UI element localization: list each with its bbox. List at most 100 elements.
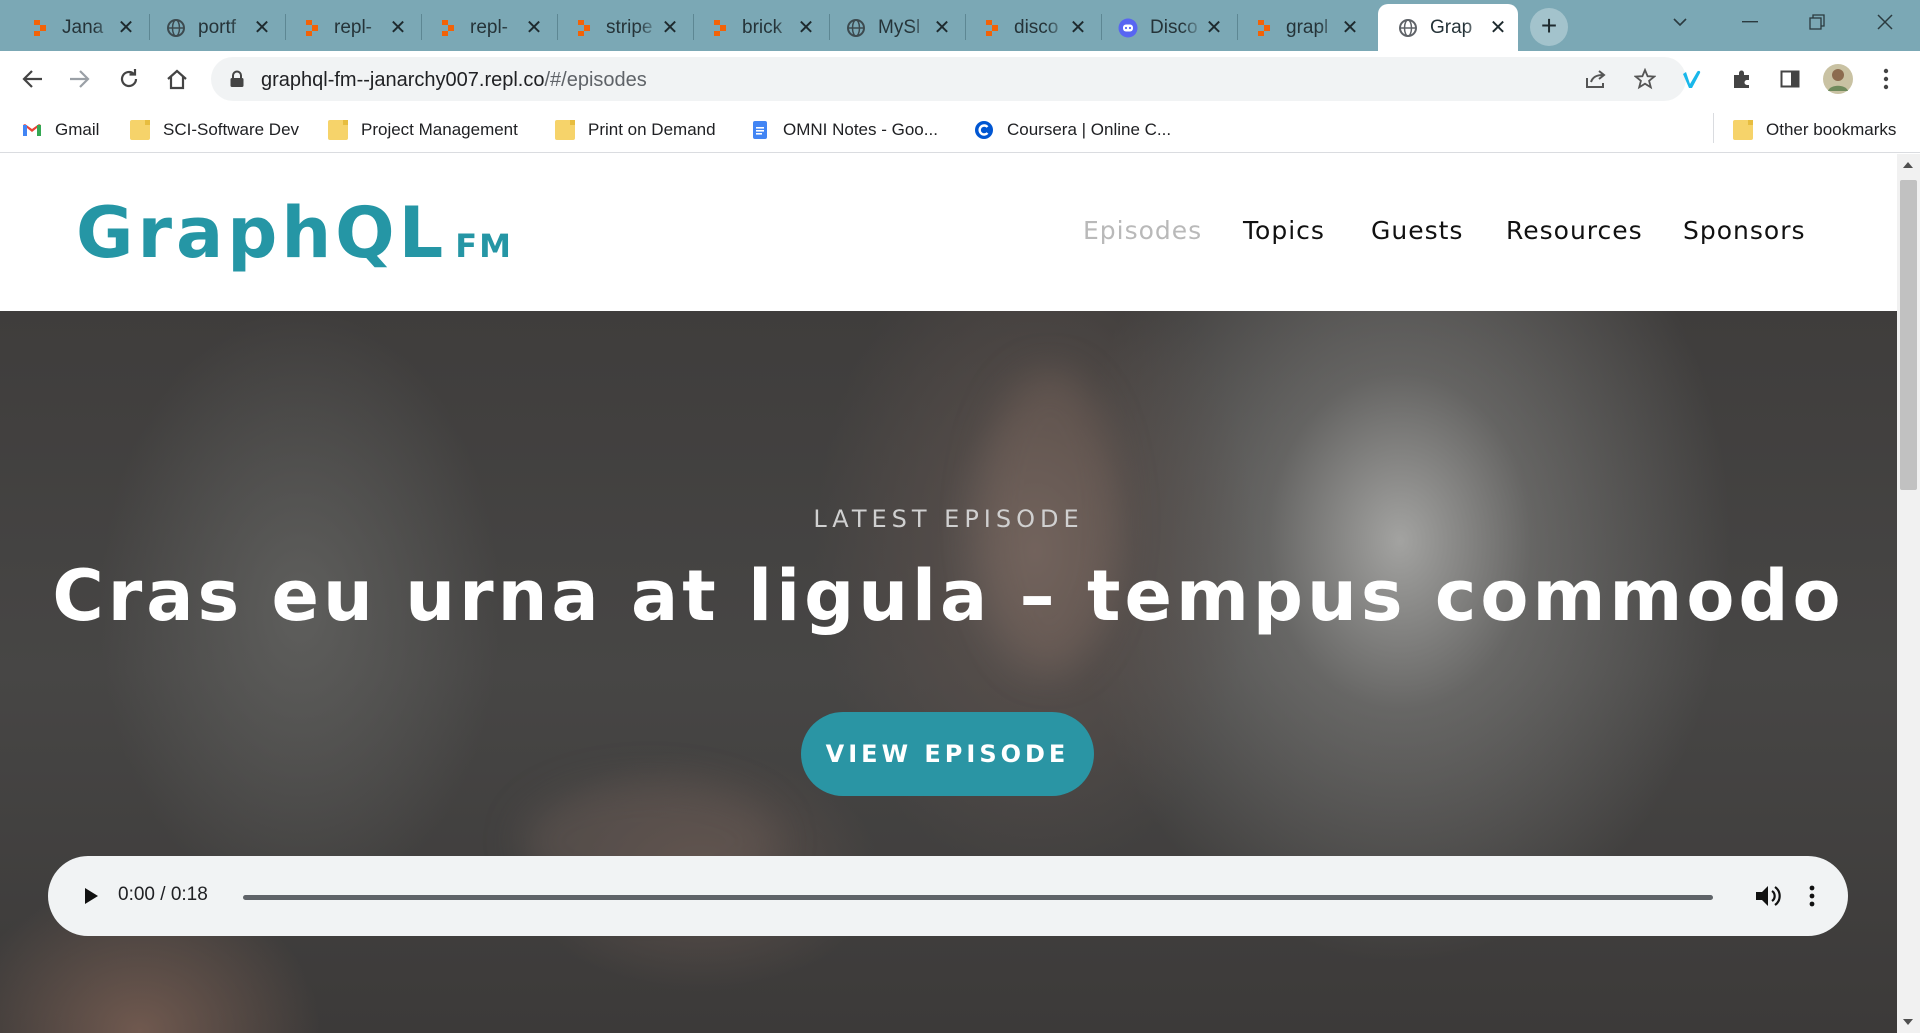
new-tab-button[interactable]: + <box>1530 8 1568 46</box>
bookmark-label: Print on Demand <box>588 120 716 139</box>
scrollbar-thumb[interactable] <box>1900 180 1917 490</box>
tab-search-icon[interactable] <box>1650 0 1710 42</box>
close-tab-icon[interactable]: ✕ <box>524 18 544 38</box>
folder-icon <box>328 120 348 140</box>
bookmark-other[interactable]: Other bookmarks <box>1733 118 1896 142</box>
close-tab-icon[interactable]: ✕ <box>252 18 272 38</box>
tab-title: MySl <box>878 16 921 38</box>
address-bar[interactable]: graphql-fm--janarchy007.repl.co/#/episod… <box>211 57 1686 101</box>
restore-icon[interactable] <box>1787 0 1847 42</box>
episode-title: Cras eu urna at ligula – tempus commodo <box>52 555 1845 637</box>
reload-icon[interactable] <box>113 63 145 95</box>
close-tab-icon[interactable]: ✕ <box>1068 18 1088 38</box>
nav-sponsors[interactable]: Sponsors <box>1683 216 1806 245</box>
replit-icon <box>1258 19 1270 36</box>
lock-icon <box>230 70 244 87</box>
volume-icon[interactable] <box>1753 882 1781 910</box>
globe-icon <box>167 18 185 37</box>
tab-title: portf <box>198 16 237 38</box>
browser-tab[interactable]: Jana ✕ <box>10 4 146 51</box>
back-icon[interactable] <box>16 63 48 95</box>
browser-toolbar: graphql-fm--janarchy007.repl.co/#/episod… <box>0 51 1920 107</box>
hero-kicker: LATEST EPISODE <box>813 505 1084 533</box>
browser-tab[interactable]: portf ✕ <box>146 4 282 51</box>
coursera-icon <box>975 121 993 139</box>
avatar[interactable] <box>1822 63 1854 95</box>
url-text[interactable]: graphql-fm--janarchy007.repl.co/#/episod… <box>261 69 647 92</box>
logo-sub: FM <box>455 227 513 265</box>
player-seek-bar[interactable] <box>243 895 1713 900</box>
close-tab-icon[interactable]: ✕ <box>932 18 952 38</box>
tab-title: grapl <box>1286 16 1329 38</box>
nav-episodes[interactable]: Episodes <box>1083 216 1202 245</box>
scroll-down-arrow-icon[interactable] <box>1903 1019 1913 1025</box>
page-scrollbar[interactable] <box>1897 154 1920 1033</box>
nav-guests[interactable]: Guests <box>1371 216 1463 245</box>
menu-kebab-icon[interactable] <box>1870 63 1902 95</box>
browser-tab[interactable]: grapl ✕ <box>1234 4 1370 51</box>
close-tab-icon[interactable]: ✕ <box>660 18 680 38</box>
globe-icon <box>1399 18 1417 37</box>
site-logo[interactable]: GraphQL FM <box>76 192 513 274</box>
close-tab-icon[interactable]: ✕ <box>796 18 816 38</box>
nav-resources[interactable]: Resources <box>1506 216 1643 245</box>
forward-icon[interactable] <box>64 63 96 95</box>
nav-topics[interactable]: Topics <box>1243 216 1325 245</box>
bookmark-gmail[interactable]: Gmail <box>22 118 99 142</box>
home-icon[interactable] <box>161 63 193 95</box>
hero-section: LATEST EPISODE Cras eu urna at ligula – … <box>0 311 1897 1033</box>
close-window-icon[interactable] <box>1855 0 1915 42</box>
replit-icon <box>578 19 590 36</box>
browser-tab[interactable]: brick ✕ <box>690 4 826 51</box>
close-tab-icon[interactable]: ✕ <box>116 18 136 38</box>
discord-icon <box>1118 18 1138 37</box>
minimize-icon[interactable] <box>1720 0 1780 42</box>
browser-tab-strip: Jana ✕ portf ✕ repl- ✕ repl- ✕ stripe ✕ … <box>0 0 1920 51</box>
side-panel-icon[interactable] <box>1774 63 1806 95</box>
player-time: 0:00 / 0:18 <box>118 884 208 905</box>
replit-icon <box>34 19 46 36</box>
bookmark-folder[interactable]: SCI-Software Dev <box>130 118 299 142</box>
tab-title: Grap <box>1430 16 1473 38</box>
browser-tab[interactable]: disco ✕ <box>962 4 1098 51</box>
bookmark-label: Gmail <box>55 120 100 139</box>
browser-tab-active[interactable]: Grap ✕ <box>1378 4 1518 51</box>
browser-tab[interactable]: repl- ✕ <box>418 4 554 51</box>
bookmark-label: SCI-Software Dev <box>163 120 300 139</box>
audio-player[interactable]: 0:00 / 0:18 <box>48 856 1848 936</box>
share-icon[interactable] <box>1585 69 1607 89</box>
extensions-puzzle-icon[interactable] <box>1726 63 1758 95</box>
replit-icon <box>714 19 726 36</box>
bookmark-label: Other bookmarks <box>1766 120 1897 139</box>
bookmark-label: Project Management <box>361 120 518 139</box>
bookmark-omni-notes[interactable]: OMNI Notes - Goo... <box>750 118 938 142</box>
bookmark-label: Coursera | Online C... <box>1007 120 1172 139</box>
logo-main: GraphQL <box>76 192 448 274</box>
folder-icon <box>130 120 150 140</box>
star-icon[interactable] <box>1634 68 1656 90</box>
browser-tab[interactable]: Disco ✕ <box>1098 4 1234 51</box>
bookmark-label: OMNI Notes - Goo... <box>783 120 938 139</box>
tab-title: repl- <box>470 16 509 38</box>
folder-icon <box>1733 120 1753 140</box>
bookmarks-divider <box>1713 113 1714 143</box>
tab-title: stripe <box>606 16 653 38</box>
close-tab-icon[interactable]: ✕ <box>1340 18 1360 38</box>
tab-title: disco <box>1014 16 1059 38</box>
browser-tab[interactable]: repl- ✕ <box>282 4 418 51</box>
bookmark-folder[interactable]: Print on Demand <box>555 118 716 142</box>
close-tab-icon[interactable]: ✕ <box>388 18 408 38</box>
scroll-up-arrow-icon[interactable] <box>1903 162 1913 168</box>
folder-icon <box>555 120 575 140</box>
close-tab-icon[interactable]: ✕ <box>1488 18 1508 38</box>
google-docs-icon <box>753 121 767 139</box>
bookmark-folder[interactable]: Project Management <box>328 118 518 142</box>
browser-tab[interactable]: MySl ✕ <box>826 4 962 51</box>
view-episode-button[interactable]: VIEW EPISODE <box>801 712 1094 796</box>
browser-tab[interactable]: stripe ✕ <box>554 4 690 51</box>
play-icon[interactable] <box>78 883 104 909</box>
bookmark-coursera[interactable]: Coursera | Online C... <box>974 118 1171 142</box>
close-tab-icon[interactable]: ✕ <box>1204 18 1224 38</box>
player-more-icon[interactable] <box>1805 882 1819 910</box>
vimeo-extension-icon[interactable] <box>1678 63 1710 95</box>
